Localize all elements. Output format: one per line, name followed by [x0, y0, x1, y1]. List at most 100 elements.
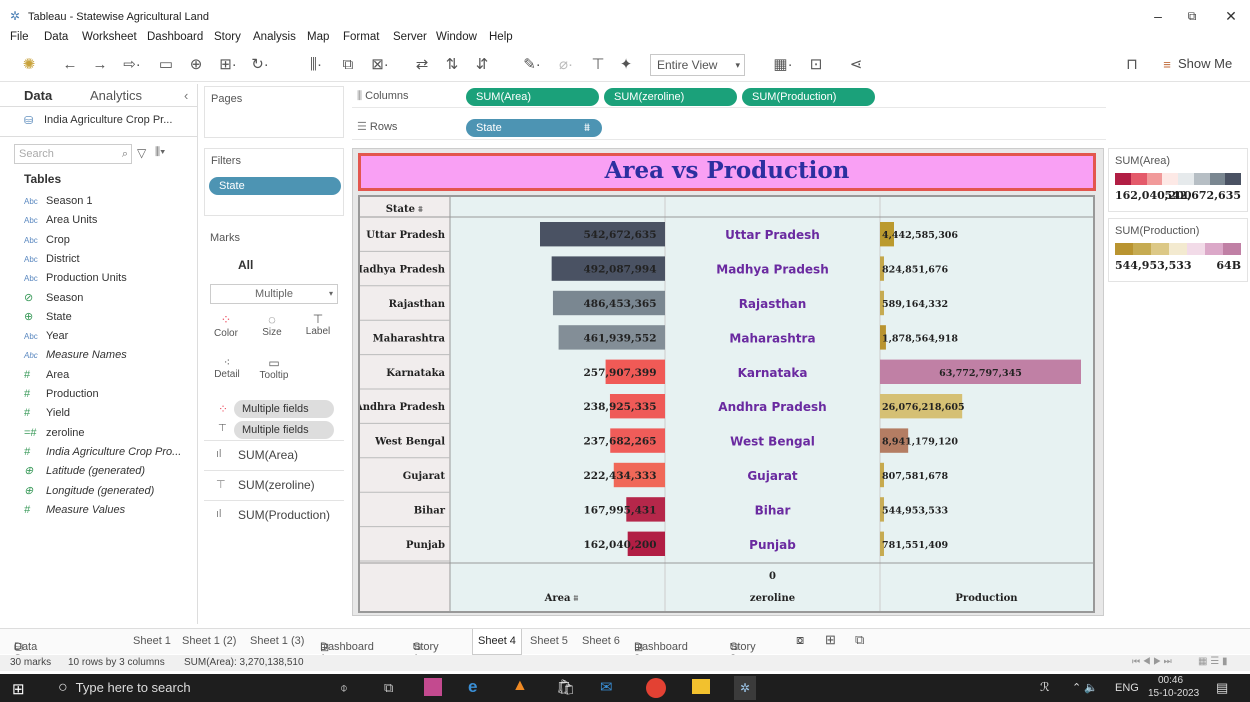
group-members-icon[interactable]: ⌀· — [552, 55, 580, 75]
close-icon[interactable]: ✕ — [1219, 6, 1243, 26]
menu-help[interactable]: Help — [489, 31, 513, 43]
fit-select[interactable]: Entire View ▾ — [650, 54, 745, 76]
menu-data[interactable]: Data — [44, 31, 68, 43]
pages-shelf[interactable]: Pages — [204, 86, 344, 138]
search-input[interactable]: Search ⌕ — [14, 144, 132, 164]
field-item[interactable]: ⊕ Longitude (generated) — [24, 483, 154, 499]
tooltip-button[interactable]: ▭ Tooltip — [256, 356, 292, 392]
area-legend[interactable]: SUM(Area) 162,040,200 542,672,635 — [1108, 148, 1248, 212]
color-button[interactable]: ⁘ Color — [210, 312, 242, 348]
refresh-icon[interactable]: ↻· — [248, 55, 272, 75]
field-item[interactable]: # Measure Values — [24, 502, 125, 518]
menu-server[interactable]: Server — [393, 31, 427, 43]
marks-sum-zeroline[interactable]: SUM(zeroline) — [238, 478, 315, 492]
file-explorer-icon[interactable] — [692, 679, 710, 694]
chrome-icon[interactable] — [646, 678, 666, 698]
columns-shelf[interactable]: ⫼ Columns SUM(Area) SUM(zeroline) SUM(Pr… — [352, 86, 1106, 108]
restore-icon[interactable]: ⧉ — [1180, 6, 1204, 26]
color-fields-pill[interactable]: Multiple fields — [234, 400, 334, 418]
filter-pill-state[interactable]: State — [209, 177, 341, 195]
menu-file[interactable]: File — [10, 31, 29, 43]
new-story-icon[interactable]: ⧉ — [855, 632, 864, 648]
swap-icon[interactable]: ⫼· — [298, 55, 334, 75]
tab-sheet-5[interactable]: Sheet 5 — [530, 635, 568, 647]
store-icon[interactable]: 🛍 — [556, 678, 575, 696]
menu-worksheet[interactable]: Worksheet — [82, 31, 137, 43]
tableau-taskbar-icon[interactable]: ✲ — [734, 676, 756, 700]
detail-button[interactable]: ⁖ Detail — [212, 356, 242, 392]
show-cards-icon[interactable]: ▦· — [766, 55, 800, 75]
column-pill-sum-production[interactable]: SUM(Production) — [742, 88, 875, 106]
edge-icon[interactable]: e — [468, 677, 477, 697]
marks-all-label[interactable]: All — [238, 258, 253, 272]
paint-app-icon[interactable] — [424, 678, 442, 696]
vlc-icon[interactable]: ▲ — [512, 677, 528, 695]
people-icon[interactable]: ℛ — [1040, 680, 1050, 694]
minimize-icon[interactable]: – — [1146, 6, 1170, 26]
datasource-name[interactable]: India Agriculture Crop Pr... — [44, 114, 172, 126]
highlight-icon[interactable]: ✎· — [516, 55, 548, 75]
view-grid-icon[interactable]: ▦ ☰ ▮ — [1198, 656, 1227, 667]
label-fields-pill[interactable]: Multiple fields — [234, 421, 334, 439]
clear-sheet-icon[interactable]: ⊠· — [362, 55, 398, 75]
filter-icon[interactable]: ▽ — [137, 146, 146, 160]
tab-sheet-1-3[interactable]: Sheet 1 (3) — [250, 635, 304, 647]
language-indicator[interactable]: ENG — [1115, 682, 1139, 694]
nav-first-icon[interactable]: ⏮ ◀ ▶ ⏭ — [1132, 656, 1172, 667]
menu-analysis[interactable]: Analysis — [253, 31, 296, 43]
tab-data[interactable]: Data — [24, 88, 52, 103]
column-pill-sum-zeroline[interactable]: SUM(zeroline) — [604, 88, 737, 106]
menu-map[interactable]: Map — [307, 31, 329, 43]
marks-sum-production[interactable]: SUM(Production) — [238, 508, 330, 522]
fix-axes-icon[interactable]: ✦ — [616, 55, 636, 75]
field-item[interactable]: ⊕ Latitude (generated) — [24, 463, 145, 479]
mark-type-select[interactable]: Multiple ▾ — [210, 284, 338, 304]
share-icon[interactable]: ⋖ — [846, 55, 866, 75]
marks-sum-area[interactable]: SUM(Area) — [238, 448, 298, 462]
new-worksheet-icon[interactable]: ⧇ — [796, 632, 804, 648]
new-datasource-icon[interactable]: ⊕ — [186, 55, 206, 75]
tooltip-icon[interactable]: ⊓ — [1122, 55, 1142, 75]
swap-rows-cols-icon[interactable]: ⇄ — [412, 55, 432, 75]
show-me-button[interactable]: Show Me — [1178, 56, 1232, 71]
mail-icon[interactable]: ✉ — [600, 678, 613, 696]
label-button[interactable]: ⊤ Label — [302, 312, 334, 348]
field-item[interactable]: # India Agriculture Crop Pro... — [24, 444, 181, 460]
view-options-icon[interactable]: ⫼▾ — [155, 146, 165, 159]
presentation-icon[interactable]: ⊡ — [806, 55, 826, 75]
clock-date[interactable]: 15-10-2023 — [1148, 688, 1199, 699]
filters-shelf[interactable]: Filters State — [204, 148, 344, 216]
field-item[interactable]: # Yield — [24, 405, 70, 421]
field-item[interactable]: Abc Measure Names — [24, 347, 127, 363]
sort-ascending-icon[interactable]: ⇅ — [442, 55, 462, 75]
field-item[interactable]: =# zeroline — [24, 425, 85, 441]
task-view-icon[interactable]: ⧉ — [384, 680, 393, 696]
tab-sheet-1-2[interactable]: Sheet 1 (2) — [182, 635, 236, 647]
menu-story[interactable]: Story — [214, 31, 241, 43]
show-me-icon[interactable]: ≡ — [1158, 55, 1176, 75]
taskbar-search[interactable]: ○ Type here to search — [58, 674, 358, 702]
windows-start-icon[interactable]: ⊞ — [12, 680, 25, 698]
undo-icon[interactable]: ← — [60, 55, 80, 75]
tab-sheet-1[interactable]: Sheet 1 — [133, 635, 171, 647]
production-legend[interactable]: SUM(Production) 544,953,533 64B — [1108, 218, 1248, 282]
replay-icon[interactable]: ⇨· — [118, 55, 146, 75]
field-item[interactable]: Abc Crop — [24, 232, 70, 248]
clock-time[interactable]: 00:46 — [1158, 675, 1183, 686]
menu-window[interactable]: Window — [436, 31, 477, 43]
tray-icons[interactable]: ⌃ 🔈 — [1072, 681, 1098, 694]
new-dashboard-icon[interactable]: ⊞ — [825, 632, 836, 648]
field-item[interactable]: Abc Year — [24, 328, 68, 344]
field-item[interactable]: ⊘ Season — [24, 290, 83, 306]
rows-shelf[interactable]: ☰ Rows State ⩩ — [352, 116, 1106, 140]
field-item[interactable]: ⊕ State — [24, 309, 72, 325]
field-item[interactable]: # Production — [24, 386, 99, 402]
size-button[interactable]: ◌ Size — [256, 312, 288, 348]
show-labels-icon[interactable]: ⊤ — [588, 55, 608, 75]
microphone-icon[interactable]: ⌽ — [340, 680, 348, 696]
row-pill-state[interactable]: State ⩩ — [466, 119, 602, 137]
tableau-start-icon[interactable]: ✺ — [18, 55, 40, 75]
duplicate-sheet-icon[interactable]: ⧉ — [338, 55, 358, 75]
collapse-pane-icon[interactable]: ‹ — [184, 88, 188, 103]
sort-descending-icon[interactable]: ⇵ — [472, 55, 492, 75]
